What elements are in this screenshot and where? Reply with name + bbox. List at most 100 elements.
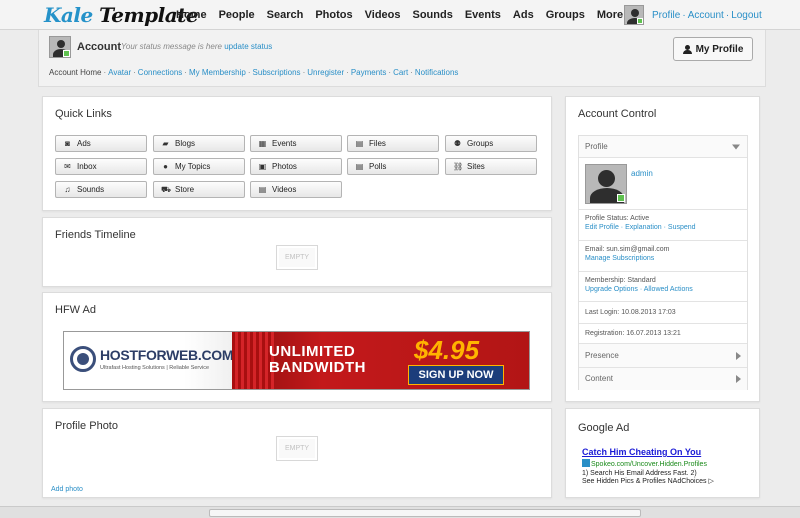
- subnav-avatar[interactable]: Avatar: [108, 68, 131, 77]
- quick-link-groups-button[interactable]: ⚉ Groups: [445, 135, 537, 152]
- my-profile-button[interactable]: My Profile: [673, 37, 753, 61]
- book-icon: ▰: [162, 139, 169, 148]
- top-bar: Kale Template Home People Search Photos …: [0, 0, 800, 30]
- nav-groups[interactable]: Groups: [540, 0, 591, 30]
- camera-icon: ◙: [65, 139, 70, 148]
- banner-brand: HOSTFORWEB.COM: [100, 347, 234, 363]
- quick-link-events-button[interactable]: ▦ Events: [250, 135, 342, 152]
- manage-subscriptions-link[interactable]: Manage Subscriptions: [585, 255, 747, 262]
- nav-search[interactable]: Search: [261, 0, 310, 30]
- picture-icon: ▣: [258, 162, 267, 171]
- account-link[interactable]: Account: [688, 10, 724, 21]
- users-icon: ⚉: [453, 139, 462, 148]
- nav-sounds[interactable]: Sounds: [407, 0, 459, 30]
- user-links: Profile · Account · Logout: [652, 10, 762, 21]
- subnav-my-membership[interactable]: My Membership: [189, 68, 246, 77]
- quick-link-ads-button[interactable]: ◙ Ads: [55, 135, 147, 152]
- user-avatar[interactable]: [624, 5, 644, 25]
- email-row: Email: sun.sim@gmail.com Manage Subscrip…: [579, 241, 747, 272]
- friends-timeline-title: Friends Timeline: [55, 229, 136, 241]
- ad-headline-link[interactable]: Catch Him Cheating On You: [582, 447, 701, 457]
- banner-price: $4.95: [414, 335, 480, 365]
- subnav-connections[interactable]: Connections: [138, 68, 182, 77]
- nav-home[interactable]: Home: [170, 0, 213, 30]
- quick-links-title: Quick Links: [55, 108, 112, 120]
- registration-row: Registration: 16.07.2013 13:21: [579, 324, 747, 344]
- quick-link-inbox-button[interactable]: ✉ Inbox: [55, 158, 147, 175]
- quick-link-videos-button[interactable]: ▤ Videos: [250, 181, 342, 198]
- account-control-panel: Account Control Profile admin Profile St…: [565, 96, 760, 402]
- user-icon: [682, 44, 692, 54]
- empty-placeholder: EMPTY: [276, 245, 318, 270]
- quick-link-polls-button[interactable]: ▤ Polls: [347, 158, 439, 175]
- username-link[interactable]: admin: [631, 169, 653, 178]
- upgrade-options-link[interactable]: Upgrade Options: [585, 286, 638, 293]
- profile-status-row: Profile Status: Active Edit Profile · Ex…: [579, 210, 747, 241]
- list-icon: ▤: [355, 162, 364, 171]
- add-photo-link[interactable]: Add photo: [51, 486, 83, 493]
- hfw-ad-title: HFW Ad: [55, 304, 96, 316]
- presence-section-header[interactable]: Presence: [579, 344, 747, 368]
- google-ad-panel: Google Ad Catch Him Cheating On You Spok…: [565, 408, 760, 498]
- nav-videos[interactable]: Videos: [359, 0, 407, 30]
- suspend-link[interactable]: Suspend: [668, 224, 696, 231]
- allowed-actions-link[interactable]: Allowed Actions: [644, 286, 693, 293]
- quick-link-sounds-button[interactable]: ♫ Sounds: [55, 181, 147, 198]
- quick-link-store-button[interactable]: ⛟ Store: [153, 181, 245, 198]
- chevron-right-icon: [736, 351, 741, 360]
- subnav-cart[interactable]: Cart: [393, 68, 408, 77]
- profile-link[interactable]: Profile: [652, 10, 680, 21]
- subnav-payments[interactable]: Payments: [351, 68, 387, 77]
- subnav-notifications[interactable]: Notifications: [415, 68, 459, 77]
- subnav-subscriptions[interactable]: Subscriptions: [253, 68, 301, 77]
- main-nav: Home People Search Photos Videos Sounds …: [170, 0, 629, 30]
- file-icon: ▤: [355, 139, 364, 148]
- music-icon: ♫: [64, 185, 71, 194]
- spokeo-icon: [582, 459, 590, 467]
- friends-timeline-panel: Friends Timeline EMPTY: [42, 217, 552, 287]
- account-subnav: Account Home · Avatar · Connections · My Membe…: [49, 68, 459, 77]
- hostforweb-banner[interactable]: HOSTFORWEB.COM Ultrafast Hosting Solutio…: [63, 331, 530, 390]
- profile-section-header[interactable]: Profile: [579, 136, 747, 158]
- profile-avatar[interactable]: [585, 164, 627, 204]
- quick-link-blogs-button[interactable]: ▰ Blogs: [153, 135, 245, 152]
- quick-link-my-topics-button[interactable]: ● My Topics: [153, 158, 245, 175]
- quick-links-panel: Quick Links ◙ Ads ▰ Blogs ▦ Events ▤ Files ⚉ Grou…: [42, 96, 552, 211]
- account-header: Account Your status message is here upda…: [38, 30, 766, 87]
- quick-link-photos-button[interactable]: ▣ Photos: [250, 158, 342, 175]
- subnav-unregister[interactable]: Unregister: [307, 68, 344, 77]
- quick-link-files-button[interactable]: ▤ Files: [347, 135, 439, 152]
- nav-ads[interactable]: Ads: [507, 0, 540, 30]
- explanation-link[interactable]: Explanation: [625, 224, 662, 231]
- edit-profile-link[interactable]: Edit Profile: [585, 224, 619, 231]
- empty-placeholder: EMPTY: [276, 436, 318, 461]
- nav-photos[interactable]: Photos: [309, 0, 358, 30]
- logout-link[interactable]: Logout: [731, 10, 762, 21]
- cart-icon: ⛟: [161, 184, 172, 194]
- google-ad-title: Google Ad: [578, 422, 630, 434]
- chevron-right-icon: [736, 375, 741, 383]
- sign-up-button[interactable]: SIGN UP NOW: [408, 365, 504, 385]
- adchoices-link[interactable]: AdChoices: [673, 478, 707, 485]
- film-icon: ▤: [258, 185, 267, 194]
- hostforweb-logo-icon: [70, 346, 96, 372]
- online-indicator: [617, 194, 625, 202]
- account-avatar[interactable]: [49, 36, 71, 58]
- profile-photo-title: Profile Photo: [55, 420, 118, 432]
- horizontal-scrollbar[interactable]: [0, 506, 800, 518]
- account-control-list: Profile admin Profile Status: Active Edi…: [578, 135, 748, 390]
- scrollbar-thumb[interactable]: [209, 509, 641, 517]
- subnav-account-home[interactable]: Account Home: [49, 68, 101, 77]
- profile-card: admin: [579, 158, 747, 210]
- ad-body: 1) Search His Email Address Fast. 2) See…: [582, 470, 714, 485]
- envelope-icon: ✉: [64, 162, 71, 171]
- nav-people[interactable]: People: [213, 0, 261, 30]
- update-status-link[interactable]: update status: [224, 42, 272, 51]
- profile-photo-panel: Profile Photo EMPTY Add photo: [42, 408, 552, 498]
- ad-url[interactable]: Spokeo.com/Uncover.Hidden.Profiles: [582, 459, 707, 468]
- quick-link-sites-button[interactable]: ⛓ Sites: [445, 158, 537, 175]
- chevron-down-icon: [732, 144, 740, 149]
- content-section-header[interactable]: Content: [579, 368, 747, 390]
- comments-icon: ●: [163, 162, 168, 171]
- nav-events[interactable]: Events: [459, 0, 507, 30]
